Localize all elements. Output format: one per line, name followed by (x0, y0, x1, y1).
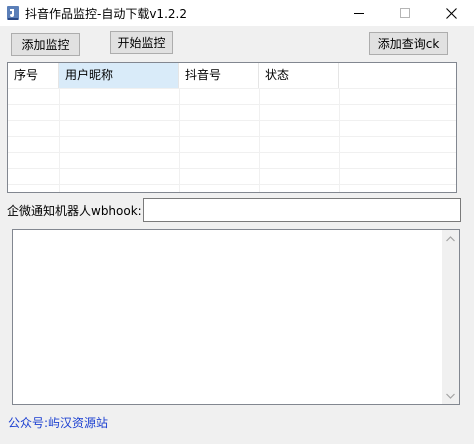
log-scrollbar[interactable] (442, 230, 459, 404)
column-header-status[interactable]: 状态 (259, 63, 339, 88)
table-gridline (179, 88, 180, 192)
table-header: 序号 用户昵称 抖音号 状态 (8, 63, 456, 88)
app-icon (6, 5, 20, 21)
title-bar[interactable]: 抖音作品监控-自动下载v1.2.2 (0, 0, 474, 26)
table-gridline (8, 120, 456, 121)
minimize-button[interactable] (336, 0, 382, 26)
table-gridline (339, 88, 340, 192)
table-gridline (8, 104, 456, 105)
webhook-input[interactable] (143, 198, 461, 222)
table-gridline (8, 168, 456, 169)
log-textarea[interactable] (12, 229, 460, 405)
table-gridline (8, 184, 456, 185)
add-query-ck-button[interactable]: 添加查询ck (369, 32, 448, 55)
scroll-down-button[interactable] (442, 387, 459, 404)
scroll-up-button[interactable] (442, 230, 459, 247)
footer-account-link[interactable]: 公众号:屿汉资源站 (8, 414, 108, 431)
webhook-label: 企微通知机器人wbhook: (7, 204, 142, 218)
table-gridline (59, 88, 60, 192)
close-button[interactable] (428, 0, 474, 26)
column-header-nickname[interactable]: 用户昵称 (59, 63, 179, 88)
table-gridline (8, 88, 456, 89)
table-gridline (259, 88, 260, 192)
table-gridline (8, 136, 456, 137)
chevron-down-icon (446, 393, 455, 399)
app-window: 抖音作品监控-自动下载v1.2.2 添加监控 开始监控 添加查询ck 序号 用户… (0, 0, 474, 444)
minimize-icon (354, 13, 364, 14)
maximize-button[interactable] (382, 0, 428, 26)
start-monitor-button[interactable]: 开始监控 (110, 31, 173, 54)
column-header-index[interactable]: 序号 (8, 63, 59, 88)
window-title: 抖音作品监控-自动下载v1.2.2 (25, 7, 187, 21)
close-icon (445, 7, 457, 19)
table-gridline (8, 152, 456, 153)
maximize-icon (400, 8, 410, 18)
chevron-up-icon (446, 235, 455, 241)
monitor-table[interactable]: 序号 用户昵称 抖音号 状态 (7, 62, 457, 193)
add-monitor-button[interactable]: 添加监控 (11, 33, 80, 56)
column-header-douyin-id[interactable]: 抖音号 (179, 63, 259, 88)
